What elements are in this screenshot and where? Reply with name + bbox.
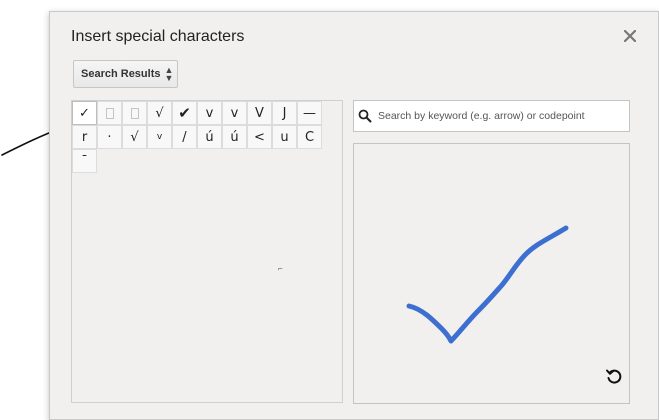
missing-glyph-icon [105, 107, 114, 119]
character-cell[interactable]: r [72, 125, 97, 149]
category-select-label: Search Results [81, 68, 161, 80]
character-cell[interactable]: v [147, 125, 172, 149]
character-cell[interactable]: < [247, 125, 272, 149]
character-cell[interactable]: v [197, 101, 222, 125]
character-grid-panel: ✓ √ ✔ v v V J — r · √ v / ú ú < u C ¯ ⌐ [71, 100, 343, 403]
character-cell[interactable]: v [222, 101, 247, 125]
reset-drawing-button[interactable] [602, 364, 626, 388]
close-button[interactable] [618, 24, 642, 48]
missing-glyph-icon [130, 107, 139, 119]
search-input[interactable] [376, 109, 625, 123]
character-cell[interactable]: ✔ [172, 101, 197, 125]
character-cell[interactable]: ú [222, 125, 247, 149]
special-characters-dialog: Insert special characters Search Results… [49, 11, 659, 420]
drawn-checkmark [406, 225, 569, 344]
drawing-canvas[interactable] [353, 143, 630, 404]
category-select[interactable]: Search Results ▲ ▼ [73, 60, 178, 88]
character-cell[interactable]: ✓ [72, 101, 97, 125]
character-cell[interactable]: √ [122, 125, 147, 149]
stray-mark: ⌐ [278, 264, 283, 273]
character-cell[interactable]: V [247, 101, 272, 125]
character-cell[interactable]: J [272, 101, 297, 125]
character-cell[interactable]: ¯ [72, 149, 97, 173]
character-cell[interactable]: · [97, 125, 122, 149]
search-box[interactable] [353, 100, 630, 132]
search-icon [358, 109, 372, 123]
character-cell[interactable] [97, 101, 122, 125]
character-cell[interactable]: u [272, 125, 297, 149]
character-cell[interactable]: / [172, 125, 197, 149]
close-icon [624, 30, 636, 42]
reset-icon [606, 369, 622, 384]
character-cell[interactable] [122, 101, 147, 125]
character-cell[interactable]: — [297, 101, 322, 125]
updown-caret-icon: ▲ ▼ [164, 65, 174, 83]
character-cell[interactable]: ú [197, 125, 222, 149]
character-cell[interactable]: C [297, 125, 322, 149]
dialog-title: Insert special characters [71, 28, 245, 45]
character-cell[interactable]: √ [147, 101, 172, 125]
